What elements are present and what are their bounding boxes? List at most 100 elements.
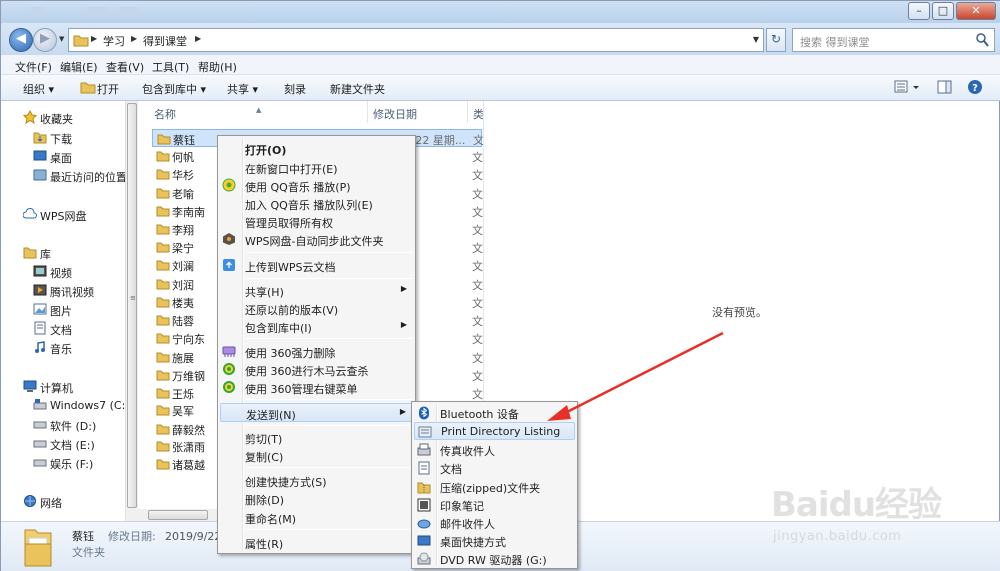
breadcrumb-separator[interactable]: ▶ (91, 34, 97, 43)
menu-open-new-window[interactable]: 在新窗口中打开(E) (220, 158, 413, 177)
cloud-icon (23, 208, 37, 219)
desktop-icon (33, 150, 47, 161)
recent-pages-dropdown[interactable]: ▼ (59, 35, 64, 43)
library-icon (23, 247, 37, 259)
horizontal-scroll-thumb[interactable] (148, 510, 208, 520)
folder-icon (156, 151, 170, 162)
forward-button[interactable]: ▶ (33, 28, 57, 52)
address-dropdown[interactable]: ▼ (753, 35, 759, 44)
title-bar: – □ ✕ (1, 1, 1000, 23)
sendto-desktop-shortcut[interactable]: 桌面快捷方式 (414, 532, 575, 550)
context-menu: 打开(O) 在新窗口中打开(E) 使用 QQ音乐 播放(P) 加入 QQ音乐 播… (217, 135, 416, 554)
folder-icon (156, 459, 170, 470)
sendto-dvd-drive[interactable]: DVD RW 驱动器 (G:) (414, 550, 575, 568)
menu-separator (246, 278, 412, 279)
share-button[interactable]: 共享 ▾ (227, 81, 258, 97)
menu-restore-versions[interactable]: 还原以前的版本(V) (220, 299, 413, 318)
column-header-date[interactable]: 修改日期 (368, 101, 468, 123)
mail-icon (417, 519, 431, 529)
menu-open[interactable]: 打开(O) (220, 139, 413, 158)
sendto-evernote[interactable]: 印象笔记 (414, 496, 575, 514)
navigation-pane: 收藏夹 下载 桌面 最近访问的位置 WPS网盘 库 视频 腾讯视频 图片 文档 … (1, 101, 130, 521)
breadcrumb-separator[interactable]: ▶ (195, 34, 201, 43)
breadcrumb-study[interactable]: 学习 (103, 33, 125, 49)
file-type: 文 (472, 370, 483, 383)
maximize-button[interactable]: □ (932, 2, 954, 20)
menu-send-to[interactable]: 发送到(N) ▶ (220, 403, 413, 422)
network-icon (24, 495, 36, 507)
sendto-zip-folder[interactable]: 压缩(zipped)文件夹 (414, 478, 575, 496)
menu-help[interactable]: 帮助(H) (198, 59, 237, 75)
file-name: 何帆 (172, 151, 194, 164)
menu-share[interactable]: 共享(H) ▶ (220, 281, 413, 300)
file-type: 文 (472, 333, 483, 346)
organize-button[interactable]: 组织 ▾ (23, 81, 54, 97)
menu-360-manage[interactable]: 使用 360管理右键菜单 (220, 378, 413, 397)
open-button[interactable]: 打开 (97, 81, 119, 97)
folder-icon (156, 242, 170, 253)
drive-icon (33, 459, 47, 467)
folder-icon (156, 388, 170, 399)
preview-pane-icon[interactable] (937, 79, 953, 95)
menu-qqmusic-queue[interactable]: 加入 QQ音乐 播放队列(E) (220, 194, 413, 213)
folder-icon (156, 224, 170, 235)
minimize-button[interactable]: – (908, 2, 930, 20)
close-button[interactable]: ✕ (956, 2, 996, 20)
sendto-fax-recipient[interactable]: 传真收件人 (414, 441, 575, 459)
include-library-button[interactable]: 包含到库中 ▾ (142, 81, 206, 97)
refresh-button[interactable]: ↻ (766, 28, 786, 52)
menu-label: 还原以前的版本(V) (245, 304, 339, 317)
nav-label: 音乐 (50, 343, 72, 356)
menu-rename[interactable]: 重命名(M) (220, 508, 413, 527)
file-name: 万维钢 (172, 370, 205, 383)
menu-360-scan[interactable]: 使用 360进行木马云查杀 (220, 360, 413, 379)
menu-label: WPS网盘-自动同步此文件夹 (245, 235, 384, 248)
search-box[interactable]: 搜索 得到课堂 (792, 28, 995, 52)
column-header-name[interactable]: ▲ 名称 (138, 101, 368, 123)
nav-label: 娱乐 (F:) (50, 458, 94, 471)
menu-file[interactable]: 文件(F) (15, 59, 52, 75)
burn-button[interactable]: 刻录 (284, 81, 306, 97)
menu-label: 包含到库中(I) (245, 322, 312, 335)
360-icon (223, 363, 235, 375)
menu-properties[interactable]: 属性(R) (220, 533, 413, 552)
menu-tools[interactable]: 工具(T) (152, 59, 189, 75)
column-header-type[interactable]: 类 (468, 101, 484, 123)
nav-scrollbar[interactable]: ≡ (125, 101, 138, 521)
sendto-documents[interactable]: 文档 (414, 459, 575, 477)
file-name: 梁宁 (172, 242, 194, 255)
menu-qqmusic-play[interactable]: 使用 QQ音乐 播放(P) (220, 176, 413, 195)
help-icon[interactable]: ? (967, 79, 983, 95)
menu-take-ownership[interactable]: 管理员取得所有权 (220, 212, 413, 231)
menu-edit[interactable]: 编辑(E) (60, 59, 98, 75)
file-name: 王烁 (172, 388, 194, 401)
title-blur (119, 7, 139, 16)
menu-view[interactable]: 查看(V) (106, 59, 144, 75)
menu-copy[interactable]: 复制(C) (220, 446, 413, 465)
breadcrumb-current[interactable]: 得到课堂 (143, 33, 187, 49)
file-name: 蔡钰 (173, 134, 195, 147)
title-blur (31, 7, 45, 16)
menu-upload-wps[interactable]: 上传到WPS云文档 (220, 256, 413, 275)
file-name: 施展 (172, 352, 194, 365)
menu-separator (246, 529, 412, 530)
menu-create-shortcut[interactable]: 创建快捷方式(S) (220, 471, 413, 490)
view-options-icon[interactable] (894, 79, 922, 95)
menu-cut[interactable]: 剪切(T) (220, 428, 413, 447)
submenu-arrow-icon: ▶ (400, 284, 407, 293)
nav-label: 下载 (50, 133, 72, 146)
menu-360-delete[interactable]: 使用 360强力删除 (220, 342, 413, 361)
breadcrumb-separator[interactable]: ▶ (131, 34, 137, 43)
search-input[interactable]: 搜索 得到课堂 (800, 34, 870, 50)
menu-delete[interactable]: 删除(D) (220, 489, 413, 508)
menu-wps-sync[interactable]: WPS网盘-自动同步此文件夹 (220, 230, 413, 249)
nav-scroll-thumb[interactable] (127, 103, 137, 508)
sendto-mail-recipient[interactable]: 邮件收件人 (414, 514, 575, 532)
address-bar[interactable]: ▶ 学习 ▶ 得到课堂 ▶ ▼ (68, 28, 764, 52)
search-icon[interactable] (975, 32, 989, 48)
back-button[interactable]: ◀ (9, 28, 33, 52)
new-folder-button[interactable]: 新建文件夹 (330, 81, 385, 97)
menu-include-library[interactable]: 包含到库中(I) ▶ (220, 317, 413, 336)
file-name: 李南南 (172, 206, 205, 219)
evernote-icon (417, 498, 431, 512)
